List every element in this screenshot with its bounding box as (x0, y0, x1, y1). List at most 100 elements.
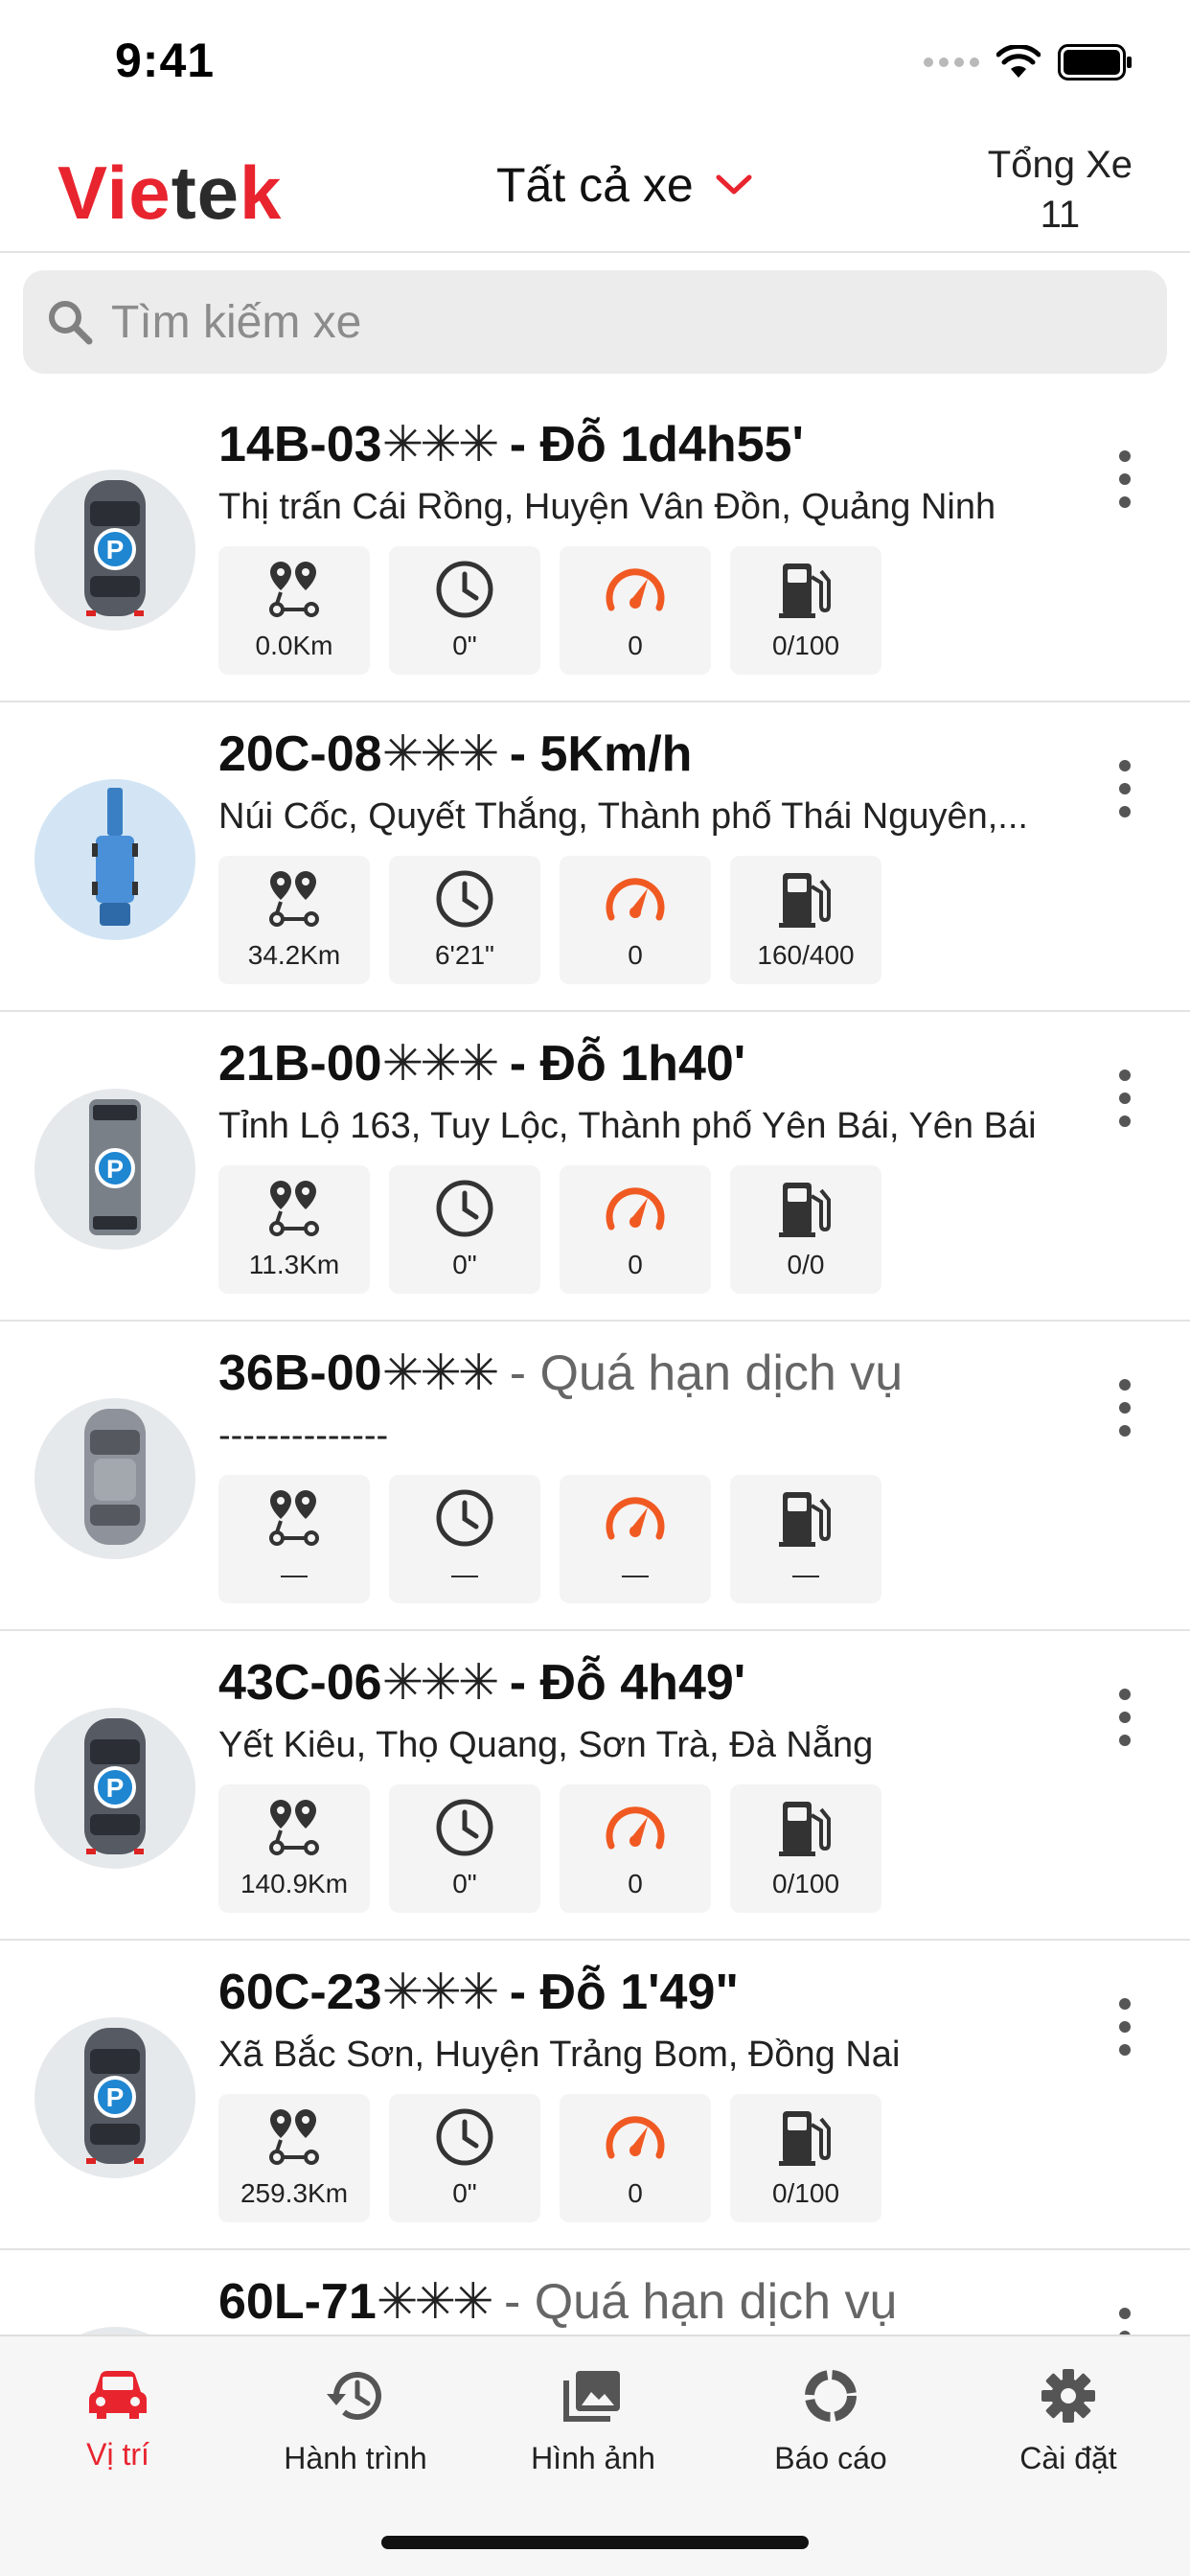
vehicle-filter-dropdown[interactable]: Tất cả xe (496, 157, 753, 213)
search-input[interactable] (111, 295, 1069, 349)
stat-tile-fuel: — (730, 1475, 881, 1603)
speedometer-icon (604, 1179, 667, 1238)
status-icons (924, 44, 1133, 80)
stat-tile-duration: 0" (389, 546, 540, 675)
grey-car-icon (77, 1405, 153, 1553)
vehicle-avatar: P (34, 1089, 195, 1250)
vehicle-status: - Đỗ 1h40' (509, 1036, 746, 1092)
stat-value-speed: 0 (628, 940, 643, 970)
stat-value-fuel: 0/100 (771, 631, 840, 660)
vehicle-row[interactable]: P 60C-23✳✳✳ - Đỗ 1'49" Xã Bắc Sơn, Huyện T… (0, 1941, 1190, 2250)
stat-value-speed: 0 (628, 1250, 643, 1279)
stat-tile-duration: 0" (389, 1165, 540, 1294)
parked-car-icon: P (77, 2024, 153, 2173)
blue-truck-icon (86, 786, 144, 934)
status-time: 9:41 (115, 34, 216, 87)
vehicle-plate: 14B-03 (218, 417, 382, 472)
vehicle-avatar (34, 1398, 195, 1559)
tab-images[interactable]: Hình ảnh (478, 2367, 708, 2476)
svg-text:P: P (106, 535, 125, 564)
vehicle-avatar: P (34, 1708, 195, 1869)
clock-icon (435, 1798, 494, 1857)
speedometer-icon (604, 1798, 667, 1857)
vehicle-row[interactable]: 20C-08✳✳✳ - 5Km/h Núi Cốc, Quyết Thắng, T… (0, 702, 1190, 1012)
tab-images-label: Hình ảnh (531, 2441, 655, 2475)
vehicle-address: Tỉnh Lộ 163, Tuy Lộc, Thành phố Yên Bái,… (218, 1106, 1037, 1146)
wifi-icon (996, 45, 1041, 78)
vehicle-plate: 60L-71 (218, 2274, 377, 2330)
tab-reports[interactable]: Báo cáo (716, 2367, 946, 2476)
stat-tile-speed: 0 (560, 1165, 711, 1294)
vehicle-title: 14B-03✳✳✳ - Đỗ 1d4h55' (218, 416, 804, 473)
stat-value-speed: 0 (628, 2178, 643, 2208)
stat-tile-speed: 0 (560, 856, 711, 984)
vehicle-row[interactable]: P 43C-06✳✳✳ - Đỗ 4h49' Yết Kiêu, Thọ Quang… (0, 1631, 1190, 1941)
vehicle-address: Xã Bắc Sơn, Huyện Trảng Bom, Đồng Nai (218, 2035, 901, 2075)
stat-tile-fuel: 0/100 (730, 546, 881, 675)
vehicle-address: -------------- (218, 1415, 389, 1456)
stat-value-fuel: 0/0 (787, 1250, 825, 1279)
stat-value-duration: 0" (452, 631, 477, 660)
report-icon (805, 2370, 857, 2422)
fuel-icon (777, 1488, 835, 1548)
vehicle-address: Thị trấn Cái Rồng, Huyện Vân Đồn, Quảng … (218, 487, 996, 527)
app-header: Vietek Tất cả xe Tổng Xe 11 (0, 126, 1190, 253)
vehicle-address: Yết Kiêu, Thọ Quang, Sơn Trà, Đà Nẵng (218, 1725, 874, 1765)
more-options-icon[interactable] (1106, 1998, 1144, 2056)
fuel-icon (777, 560, 835, 619)
vehicle-plate: 60C-23 (218, 1965, 382, 2020)
more-options-icon[interactable] (1106, 760, 1144, 817)
vehicle-status: - 5Km/h (509, 726, 693, 782)
vehicle-stats: — — — — (218, 1475, 881, 1603)
vehicle-title: 60L-71✳✳✳ - Quá hạn dịch vụ (218, 2273, 897, 2331)
plate-mask: ✳✳✳ (381, 417, 500, 472)
vehicle-row[interactable]: P 14B-03✳✳✳ - Đỗ 1d4h55' Thị trấn Cái Rồng… (0, 393, 1190, 702)
clock-icon (435, 2107, 494, 2167)
vehicle-status: - Đỗ 4h49' (509, 1655, 746, 1711)
route-icon (265, 2107, 323, 2167)
more-options-icon[interactable] (1106, 450, 1144, 508)
total-vehicles: Tổng Xe 11 (988, 140, 1133, 240)
vehicle-row[interactable]: 60L-71✳✳✳ - Quá hạn dịch vụ (0, 2250, 1190, 2334)
route-icon (265, 869, 323, 929)
more-options-icon[interactable] (1106, 1689, 1144, 1746)
stat-tile-fuel: 0/100 (730, 2094, 881, 2222)
vehicle-title: 43C-06✳✳✳ - Đỗ 4h49' (218, 1654, 745, 1712)
vehicle-filter-label: Tất cả xe (496, 158, 694, 212)
vehicle-row[interactable]: P 21B-00✳✳✳ - Đỗ 1h40' Tỉnh Lộ 163, Tuy Lộ… (0, 1012, 1190, 1322)
stat-value-fuel: 160/400 (757, 940, 855, 970)
vehicle-plate: 20C-08 (218, 726, 382, 782)
stat-value-speed: — (622, 1559, 649, 1589)
more-options-icon[interactable] (1106, 2308, 1144, 2334)
svg-text:P: P (106, 1155, 124, 1184)
tab-settings[interactable]: Cài đặt (953, 2367, 1183, 2476)
vehicle-title: 60C-23✳✳✳ - Đỗ 1'49" (218, 1964, 739, 2021)
plate-mask: ✳✳✳ (381, 1965, 500, 2020)
total-label: Tổng Xe (987, 144, 1133, 186)
gear-icon (1041, 2369, 1095, 2423)
speedometer-icon (604, 560, 667, 619)
stat-value-distance: 11.3Km (248, 1250, 340, 1279)
more-options-icon[interactable] (1106, 1070, 1144, 1127)
vehicle-plate: 21B-00 (218, 1036, 382, 1092)
stat-value-distance: 0.0Km (255, 631, 333, 660)
vehicle-plate: 43C-06 (218, 1655, 382, 1711)
vehicle-avatar: P (34, 470, 195, 631)
vehicle-stats: 259.3Km 0" 0 0/100 (218, 2094, 881, 2222)
stat-value-speed: 0 (628, 631, 643, 660)
svg-text:P: P (106, 1773, 125, 1803)
stat-value-fuel: 0/100 (771, 2178, 840, 2208)
stat-tile-distance: — (218, 1475, 370, 1603)
stat-tile-duration: 0" (389, 2094, 540, 2222)
tab-location[interactable]: Vị trí (3, 2367, 233, 2472)
stat-tile-distance: 0.0Km (218, 546, 370, 675)
stat-tile-duration: — (389, 1475, 540, 1603)
stat-tile-duration: 6'21" (389, 856, 540, 984)
plate-mask: ✳✳✳ (381, 1655, 500, 1711)
tab-journey[interactable]: Hành trình (240, 2367, 470, 2476)
tab-journey-label: Hành trình (284, 2441, 427, 2475)
vehicle-row[interactable]: 36B-00✳✳✳ - Quá hạn dịch vụ -------------… (0, 1322, 1190, 1631)
stat-value-distance: 140.9Km (240, 1869, 349, 1898)
search-bar (23, 270, 1167, 374)
more-options-icon[interactable] (1106, 1379, 1144, 1437)
